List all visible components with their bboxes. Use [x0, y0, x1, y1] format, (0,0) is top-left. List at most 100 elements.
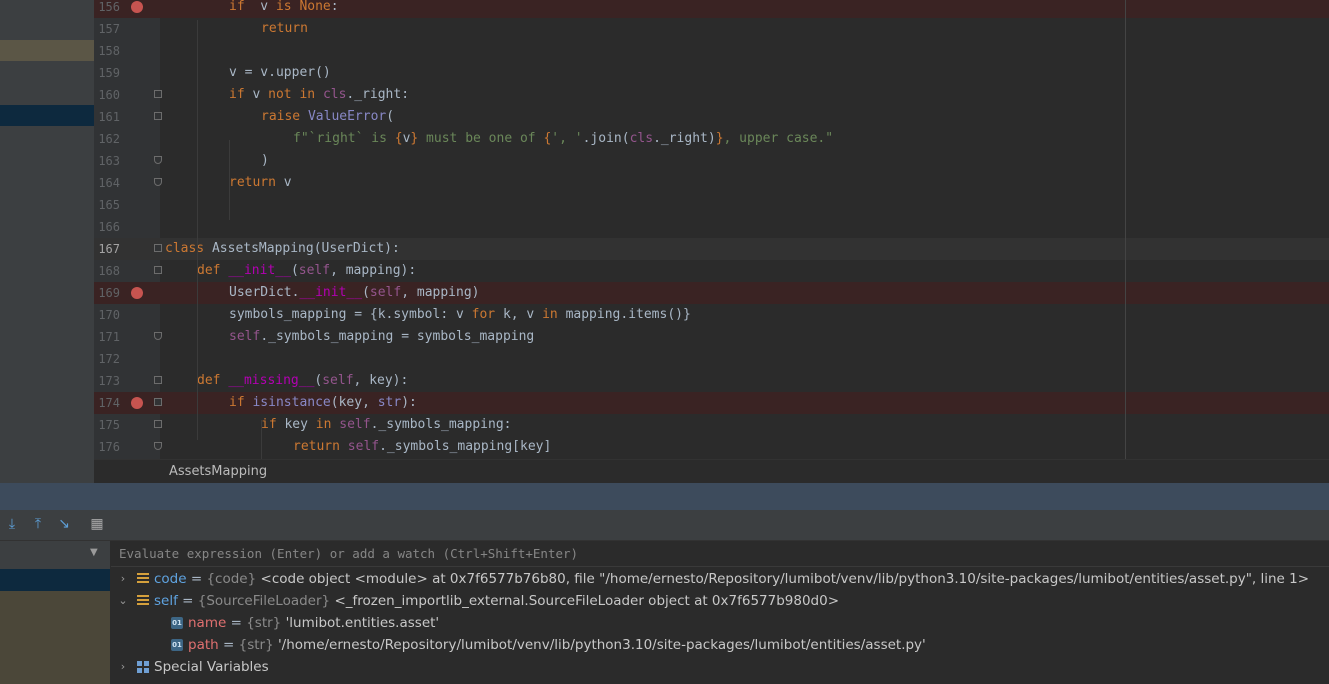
code-line[interactable]: 165: [94, 194, 1329, 216]
line-gutter[interactable]: 166: [94, 216, 160, 238]
frame-list[interactable]: [0, 591, 110, 684]
variable-text: name = {str} 'lumibot.entities.asset': [188, 612, 439, 634]
object-variable-icon: [137, 573, 149, 585]
line-gutter[interactable]: 169: [94, 282, 160, 304]
line-gutter[interactable]: 173: [94, 370, 162, 392]
variable-name: self: [154, 593, 178, 609]
fold-marker-icon[interactable]: [154, 112, 162, 120]
code-line[interactable]: 173 def __missing__(self, key):: [94, 370, 1329, 392]
code-token: }: [715, 131, 724, 146]
line-gutter[interactable]: 156: [94, 0, 160, 18]
code-line[interactable]: 164 return v: [94, 172, 1329, 194]
indent-guide: [197, 20, 198, 440]
debug-tool-window-header: [0, 483, 1329, 510]
code-token: (: [290, 263, 299, 278]
chevron-right-icon[interactable]: ›: [117, 568, 129, 590]
object-variable-icon: [137, 595, 149, 607]
fold-marker-icon[interactable]: [154, 244, 162, 252]
variable-row[interactable]: 01 path = {str} '/home/ernesto/Repository…: [111, 634, 1329, 656]
step-out-icon[interactable]: ⤒: [30, 516, 46, 532]
code-token: (: [386, 109, 395, 124]
code-line[interactable]: 161 raise ValueError(: [94, 106, 1329, 128]
fold-marker-icon[interactable]: [154, 178, 162, 186]
line-gutter[interactable]: 161: [94, 106, 162, 128]
indent-guide: [229, 140, 230, 220]
breadcrumb-item[interactable]: AssetsMapping: [169, 464, 267, 479]
line-number: 175: [98, 418, 120, 432]
line-gutter[interactable]: 163: [94, 150, 162, 172]
code-line[interactable]: 167 class AssetsMapping(UserDict):: [94, 238, 1329, 260]
fold-marker-icon[interactable]: [154, 90, 162, 98]
breadcrumb[interactable]: AssetsMapping: [94, 459, 1329, 484]
breakpoint-icon[interactable]: [131, 1, 143, 13]
code-line[interactable]: 174 if isinstance(key, str):: [94, 392, 1329, 414]
line-gutter[interactable]: 172: [94, 348, 160, 370]
line-gutter[interactable]: 171: [94, 326, 162, 348]
code-token: k, v: [495, 307, 543, 322]
line-gutter[interactable]: 170: [94, 304, 160, 326]
code-token: __missing__: [228, 373, 315, 388]
code-line[interactable]: 175 if key in self._symbols_mapping:: [94, 414, 1329, 436]
frames-dropdown-arrow-icon[interactable]: ▼: [90, 547, 98, 558]
run-to-cursor-icon[interactable]: ↘: [56, 516, 72, 532]
code-line[interactable]: 170 symbols_mapping = {k.symbol: v for k,…: [94, 304, 1329, 326]
code-line[interactable]: 169 UserDict.__init__(self, mapping): [94, 282, 1329, 304]
line-gutter[interactable]: 162: [94, 128, 160, 150]
line-gutter[interactable]: 165: [94, 194, 160, 216]
breakpoint-icon[interactable]: [131, 287, 143, 299]
line-gutter[interactable]: 158: [94, 40, 160, 62]
code-text: def __init__(self, mapping):: [197, 260, 416, 282]
line-number: 176: [98, 440, 120, 454]
code-line[interactable]: 160 if v not in cls._right:: [94, 84, 1329, 106]
code-line[interactable]: 172: [94, 348, 1329, 370]
fold-marker-icon[interactable]: [154, 266, 162, 274]
step-into-my-code-icon[interactable]: ⤓: [4, 516, 20, 532]
line-gutter[interactable]: 176: [94, 436, 162, 458]
variable-type: {str}: [238, 637, 274, 653]
chevron-right-icon[interactable]: ›: [117, 656, 129, 678]
variable-name: Special Variables: [154, 659, 269, 675]
indent-guide: [261, 420, 262, 459]
fold-marker-icon[interactable]: [154, 332, 162, 340]
line-gutter[interactable]: 160: [94, 84, 162, 106]
variable-row[interactable]: › Special Variables: [111, 656, 1329, 678]
line-gutter[interactable]: 174: [94, 392, 162, 414]
line-number: 163: [98, 154, 120, 168]
variable-row[interactable]: 01 name = {str} 'lumibot.entities.asset': [111, 612, 1329, 634]
code-line[interactable]: 162 f"`right` is {v} must be one of {', '…: [94, 128, 1329, 150]
code-editor[interactable]: 156 if v is None: 157 return 158 159 v = v.upp…: [94, 0, 1329, 459]
line-gutter[interactable]: 164: [94, 172, 162, 194]
evaluate-expression-icon[interactable]: ▦: [89, 516, 105, 532]
code-line[interactable]: 158: [94, 40, 1329, 62]
line-number: 167: [98, 242, 120, 256]
code-line[interactable]: 171 self._symbols_mapping = symbols_mappi…: [94, 326, 1329, 348]
chevron-down-icon[interactable]: ⌄: [117, 590, 129, 612]
variable-row[interactable]: ⌄ self = {SourceFileLoader} <_frozen_impo…: [111, 590, 1329, 612]
code-line[interactable]: 176 return self._symbols_mapping[key]: [94, 436, 1329, 458]
variable-row[interactable]: › code = {code} <code object <module> at …: [111, 568, 1329, 590]
code-token: ValueError: [307, 109, 387, 124]
variable-value: '/home/ernesto/Repository/lumibot/venv/l…: [277, 637, 926, 653]
fold-marker-icon[interactable]: [154, 442, 162, 450]
line-gutter[interactable]: 157: [94, 18, 160, 40]
line-gutter[interactable]: 168: [94, 260, 162, 282]
fold-marker-icon[interactable]: [154, 156, 162, 164]
variable-name: name: [188, 615, 227, 631]
line-gutter[interactable]: 167: [94, 238, 162, 260]
fold-marker-icon[interactable]: [154, 420, 162, 428]
code-line[interactable]: 156 if v is None:: [94, 0, 1329, 18]
code-line[interactable]: 163): [94, 150, 1329, 172]
line-gutter[interactable]: 175: [94, 414, 162, 436]
breakpoint-icon[interactable]: [131, 397, 143, 409]
fold-marker-icon[interactable]: [154, 398, 162, 406]
code-line[interactable]: 168 def __init__(self, mapping):: [94, 260, 1329, 282]
evaluate-expression-input[interactable]: [111, 541, 1329, 567]
code-line[interactable]: 157 return: [94, 18, 1329, 40]
frame-selected[interactable]: [0, 569, 110, 591]
fold-marker-icon[interactable]: [154, 376, 162, 384]
line-gutter[interactable]: 159: [94, 62, 160, 84]
code-token: {: [394, 131, 403, 146]
code-token: __init__: [228, 263, 291, 278]
code-line[interactable]: 159 v = v.upper(): [94, 62, 1329, 84]
code-line[interactable]: 166: [94, 216, 1329, 238]
